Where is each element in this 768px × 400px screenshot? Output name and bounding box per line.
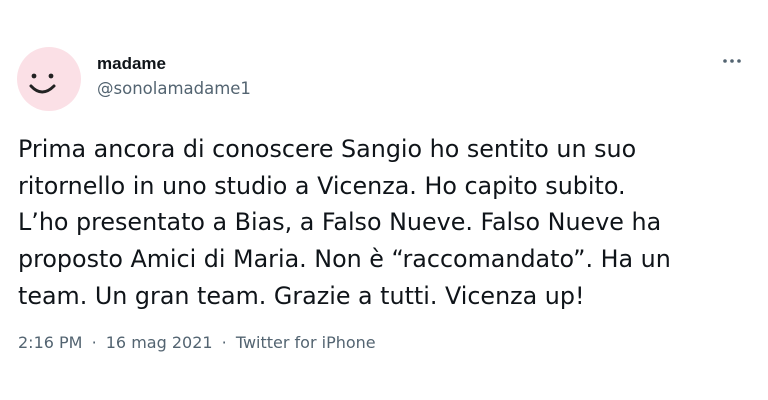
- display-name[interactable]: madame: [97, 54, 166, 74]
- meta-separator: ·: [221, 333, 227, 352]
- tweet-metadata: 2:16 PM · 16 mag 2021 · Twitter for iPho…: [18, 333, 376, 353]
- tweet-date[interactable]: 16 mag 2021: [106, 333, 213, 352]
- meta-separator: ·: [91, 333, 97, 352]
- smiley-face-icon: [29, 73, 56, 94]
- avatar[interactable]: [17, 47, 81, 111]
- more-dots-icon: [723, 59, 741, 63]
- tweet-source[interactable]: Twitter for iPhone: [236, 333, 376, 352]
- user-handle[interactable]: @sonolamadame1: [97, 79, 251, 99]
- tweet-text: Prima ancora di conoscere Sangio ho sent…: [18, 135, 671, 310]
- more-options-button[interactable]: [715, 50, 749, 72]
- tweet-card: madame @sonolamadame1 Prima ancora di co…: [0, 0, 768, 400]
- tweet-time[interactable]: 2:16 PM: [18, 333, 82, 352]
